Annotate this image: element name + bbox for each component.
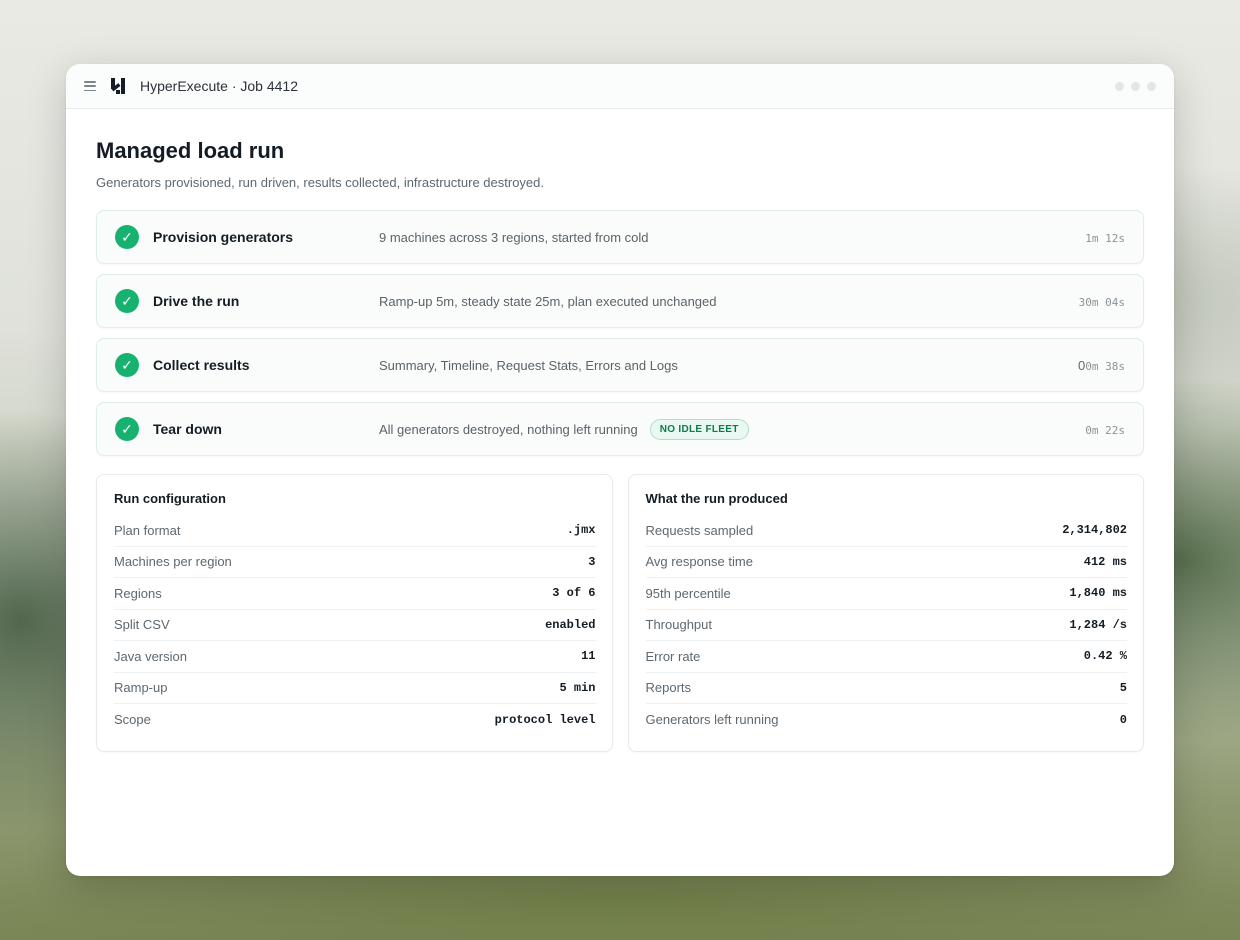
result-row: Throughput 1,284 /s (645, 610, 1127, 641)
row-value: 0.42 % (1083, 649, 1127, 664)
row-label: Machines per region (114, 554, 232, 570)
result-row: Requests sampled 2,314,802 (645, 515, 1127, 547)
page-title: Managed load run (96, 138, 285, 163)
check-circle-icon: ✓ (115, 353, 139, 377)
row-label: Ramp-up (114, 680, 168, 696)
config-row: Machines per region 3 (114, 547, 596, 578)
step-duration: 0m 22s (1085, 422, 1125, 437)
step-name: Drive the run (153, 293, 240, 309)
result-row: Avg response time 412 ms (645, 547, 1127, 578)
run-configuration-panel: Run configuration Plan format .jmx Machin… (96, 474, 613, 752)
window-controls (1115, 81, 1156, 91)
row-value: 5 (1119, 680, 1127, 695)
row-value: 3 of 6 (552, 586, 596, 601)
row-label: Avg response time (645, 554, 753, 570)
check-circle-icon: ✓ (115, 289, 139, 313)
result-row: Generators left running 0 (646, 704, 1128, 736)
check-circle-icon: ✓ (115, 417, 139, 441)
step-drive-the-run: ✓ Drive the run Ramp-up 5m, steady state… (96, 274, 1144, 328)
step-duration: 30m 04s (1079, 294, 1125, 309)
step-name: Collect results (153, 357, 250, 373)
window-title: HyperExecute · Job 4412 (140, 78, 298, 94)
row-label: Error rate (645, 648, 701, 664)
row-value: 2,314,802 (1062, 523, 1127, 538)
result-row: Reports 5 (645, 673, 1127, 704)
summary-panels: Run configuration Plan format .jmx Machin… (96, 474, 1144, 752)
row-value: 1,284 /s (1069, 617, 1127, 632)
panel-title: What the run produced (645, 491, 788, 506)
result-row: Error rate 0.42 % (645, 641, 1127, 673)
window-control-dot[interactable] (1147, 81, 1156, 91)
step-duration-value: 0m 38s (1085, 359, 1125, 373)
step-description: 9 machines across 3 regions, started fro… (379, 229, 649, 245)
step-duration-value: 0m 22s (1085, 423, 1125, 437)
row-label: Reports (645, 680, 692, 696)
row-value: 1,840 ms (1069, 586, 1127, 601)
row-label: Split CSV (114, 617, 170, 633)
step-duration-value: 30m 04s (1078, 295, 1125, 309)
window-control-dot[interactable] (1131, 81, 1140, 91)
row-label: Requests sampled (645, 522, 754, 538)
step-tear-down: ✓ Tear down All generators destroyed, no… (96, 402, 1144, 456)
check-circle-icon: ✓ (115, 225, 139, 249)
status-badge: NO IDLE FLEET (649, 418, 749, 440)
result-row: 95th percentile 1,840 ms (645, 578, 1127, 610)
row-label: Plan format (114, 522, 181, 538)
row-value: 412 ms (1083, 554, 1127, 569)
step-duration-value: 1m 12s (1085, 231, 1125, 245)
app-window: HyperExecute · Job 4412 Managed load run… (66, 64, 1174, 876)
row-value: 5 min (559, 680, 596, 695)
step-description: Summary, Timeline, Request Stats, Errors… (379, 357, 678, 373)
title-bar: HyperExecute · Job 4412 (66, 64, 1174, 109)
page-subtitle: Generators provisioned, run driven, resu… (96, 175, 544, 190)
config-row: Plan format .jmx (114, 515, 596, 547)
row-label: Regions (114, 585, 162, 601)
config-row: Scope protocol level (114, 704, 596, 736)
row-label: 95th percentile (645, 585, 731, 601)
row-value: 11 (581, 649, 596, 664)
step-description: All generators destroyed, nothing left r… (379, 418, 749, 440)
row-label: Throughput (645, 617, 713, 633)
row-value: protocol level (494, 712, 596, 727)
step-collect-results: ✓ Collect results Summary, Timeline, Req… (96, 338, 1144, 392)
step-duration: 00m 38s (1078, 358, 1125, 373)
config-row: Java version 11 (114, 641, 596, 673)
row-label: Scope (114, 712, 151, 728)
row-value: 3 (588, 554, 596, 569)
step-list: ✓ Provision generators 9 machines across… (96, 210, 1144, 456)
config-row: Split CSV enabled (114, 610, 596, 641)
run-results-panel: What the run produced Requests sampled 2,… (627, 474, 1144, 752)
row-value: enabled (545, 617, 596, 632)
row-value: .jmx (566, 523, 596, 538)
window-control-dot[interactable] (1115, 81, 1124, 91)
step-description: Ramp-up 5m, steady state 25m, plan execu… (379, 293, 717, 309)
main-content: Managed load run Generators provisioned,… (66, 109, 1174, 752)
step-duration: 1m 12s (1085, 230, 1125, 245)
step-provision-generators: ✓ Provision generators 9 machines across… (96, 210, 1144, 264)
row-label: Java version (114, 648, 187, 664)
step-name: Provision generators (153, 229, 294, 245)
row-value: 0 (1119, 712, 1127, 727)
step-description-text: All generators destroyed, nothing left r… (379, 421, 638, 437)
config-row: Ramp-up 5 min (114, 673, 596, 704)
config-row: Regions 3 of 6 (114, 578, 596, 610)
step-name: Tear down (153, 421, 222, 437)
menu-icon[interactable] (84, 80, 96, 92)
app-logo-icon (111, 78, 125, 94)
panel-title: Run configuration (114, 491, 226, 506)
row-label: Generators left running (645, 712, 779, 728)
